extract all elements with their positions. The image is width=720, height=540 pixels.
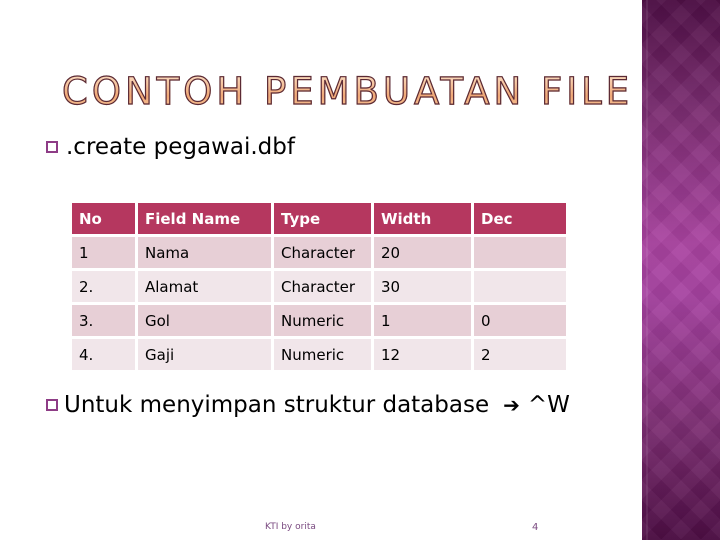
cell-width: 1: [374, 305, 471, 336]
cell-no: 2.: [72, 271, 135, 302]
field-structure-table: No Field Name Type Width Dec 1 Nama Char…: [69, 200, 569, 373]
decorative-side-band: [642, 0, 720, 540]
cell-type: Character: [274, 237, 371, 268]
table-row: 4. Gaji Numeric 12 2: [72, 339, 566, 370]
cell-type: Character: [274, 271, 371, 302]
header-type: Type: [274, 203, 371, 234]
table-row: 3. Gol Numeric 1 0: [72, 305, 566, 336]
cell-no: 1: [72, 237, 135, 268]
cell-field-name: Gol: [138, 305, 271, 336]
cell-no: 3.: [72, 305, 135, 336]
cell-width: 12: [374, 339, 471, 370]
cell-field-name: Alamat: [138, 271, 271, 302]
header-width: Width: [374, 203, 471, 234]
cell-dec: [474, 237, 566, 268]
header-field-name: Field Name: [138, 203, 271, 234]
square-bullet-icon: [46, 399, 58, 411]
keyboard-shortcut: ^W: [527, 392, 570, 418]
bullet-text: .create pegawai.dbf: [66, 134, 295, 160]
cell-type: Numeric: [274, 339, 371, 370]
cell-dec: [474, 271, 566, 302]
table-header-row: No Field Name Type Width Dec: [72, 203, 566, 234]
cell-field-name: Nama: [138, 237, 271, 268]
bullet-create-command: .create pegawai.dbf: [46, 134, 295, 160]
cell-dec: 0: [474, 305, 566, 336]
cell-dec: 2: [474, 339, 566, 370]
header-dec: Dec: [474, 203, 566, 234]
cell-type: Numeric: [274, 305, 371, 336]
table-row: 1 Nama Character 20: [72, 237, 566, 268]
footer-text: KTI by orita: [265, 522, 316, 532]
right-arrow-icon: ➔: [503, 393, 520, 417]
bullet-text: Untuk menyimpan struktur database: [64, 392, 490, 418]
bullet-save-structure: Untuk menyimpan struktur database ➔ ^W: [46, 392, 570, 418]
table-row: 2. Alamat Character 30: [72, 271, 566, 302]
square-bullet-icon: [46, 141, 58, 153]
slide-title: CONTOH PEMBUATAN FILE: [61, 69, 634, 113]
cell-no: 4.: [72, 339, 135, 370]
cell-width: 20: [374, 237, 471, 268]
cell-field-name: Gaji: [138, 339, 271, 370]
header-no: No: [72, 203, 135, 234]
page-number: 4: [532, 522, 539, 533]
cell-width: 30: [374, 271, 471, 302]
